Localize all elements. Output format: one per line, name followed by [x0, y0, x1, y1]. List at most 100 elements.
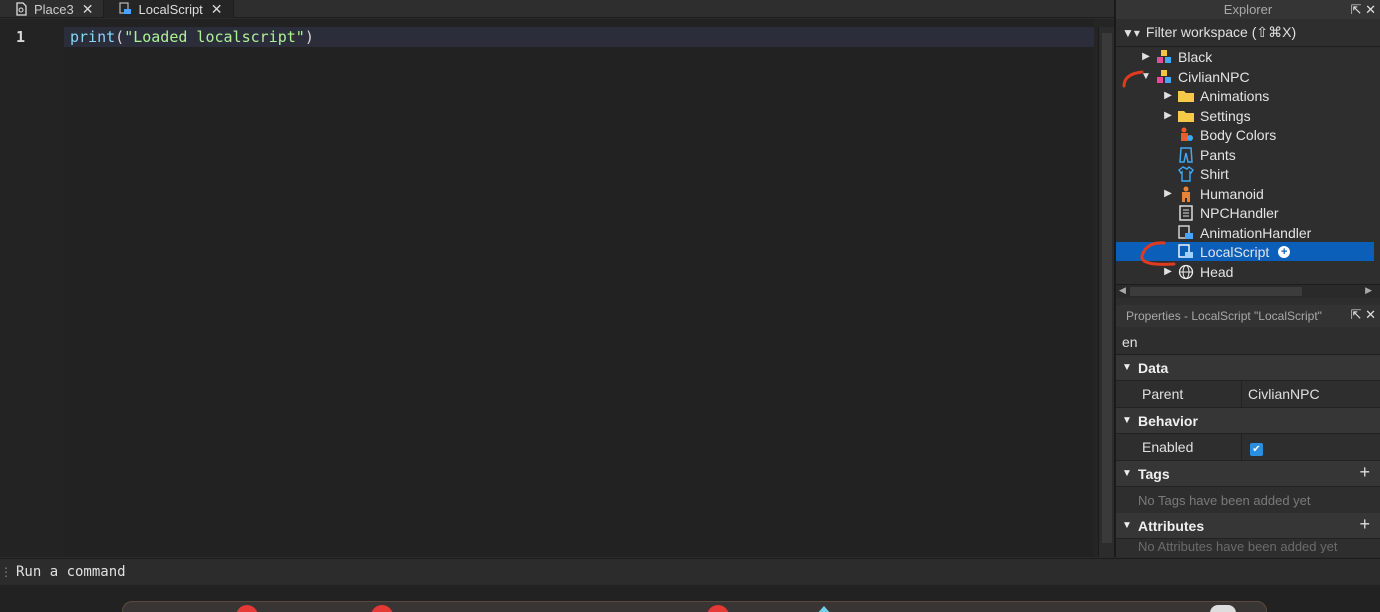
section-label: Behavior — [1138, 412, 1198, 429]
script-editor[interactable]: 1 print("Loaded localscript") — [0, 19, 1114, 557]
close-icon[interactable]: ✕ — [211, 1, 223, 18]
command-bar[interactable]: ⋮ Run a command — [0, 558, 1380, 584]
code-area[interactable]: print("Loaded localscript") — [64, 19, 1094, 557]
explorer-filter[interactable]: ▼▾ Filter workspace (⇧⌘X) — [1116, 19, 1380, 47]
section-label: Data — [1138, 359, 1169, 376]
expand-arrow-icon[interactable]: ▶ — [1162, 188, 1174, 199]
tree-item-body-colors[interactable]: Body Colors — [1116, 125, 1374, 144]
properties-filter-input[interactable]: en — [1116, 329, 1380, 355]
tree-item-label: Humanoid — [1200, 185, 1264, 202]
explorer-horizontal-scrollbar[interactable]: ◀ ▶ — [1116, 284, 1380, 298]
tree-item-label: Settings — [1200, 107, 1251, 124]
command-input[interactable]: Run a command — [16, 564, 126, 580]
scroll-right-icon[interactable]: ▶ — [1365, 285, 1372, 296]
properties-title-bar: Properties - LocalScript "LocalScript" ⇱… — [1116, 305, 1380, 327]
code-function: print — [70, 28, 116, 46]
script-icon — [1179, 204, 1193, 221]
tree-item-shirt[interactable]: Shirt — [1116, 164, 1374, 183]
filter-value: en — [1122, 333, 1138, 350]
line-gutter: 1 — [0, 19, 64, 557]
tree-item-label: CivlianNPC — [1178, 68, 1250, 85]
explorer-title-bar: Explorer ⇱ ✕ — [1116, 0, 1380, 19]
folder-icon — [1178, 90, 1194, 102]
code-paren-open: ( — [115, 28, 125, 46]
line-number: 1 — [16, 28, 26, 46]
tree-item-civliannpc[interactable]: ▼ CivlianNPC — [1116, 67, 1374, 86]
scroll-left-icon[interactable]: ◀ — [1119, 285, 1126, 296]
add-object-icon[interactable]: + — [1278, 245, 1291, 258]
red-annotation-mark — [1122, 70, 1144, 88]
app-icon[interactable] — [1210, 605, 1236, 612]
filter-icon[interactable]: ▼▾ — [1122, 26, 1140, 40]
add-tag-button[interactable]: + — [1359, 462, 1370, 483]
tree-item-label: AnimationHandler — [1200, 224, 1312, 241]
popout-icon[interactable]: ⇱ — [1351, 307, 1362, 322]
code-string: "Loaded localscript" — [124, 28, 305, 46]
enabled-checkbox[interactable]: ✔ — [1250, 442, 1263, 456]
popout-icon[interactable]: ⇱ — [1351, 2, 1362, 17]
property-enabled[interactable]: Enabled ✔ — [1116, 434, 1380, 461]
section-label: Tags — [1138, 465, 1170, 482]
tree-item-label: Animations — [1200, 87, 1270, 104]
studio-window: Place3 ✕ LocalScript ✕ 1 print("Loaded l… — [0, 0, 1380, 612]
section-tags[interactable]: ▼ Tags + — [1116, 461, 1380, 487]
code-line[interactable]: print("Loaded localscript") — [70, 28, 314, 46]
property-label: Parent — [1116, 381, 1242, 407]
property-parent[interactable]: Parent CivlianNPC — [1116, 381, 1380, 408]
red-annotation-mark — [1140, 241, 1176, 266]
pants-icon — [1179, 146, 1193, 163]
tab-localscript[interactable]: LocalScript ✕ — [104, 0, 234, 18]
os-taskbar — [0, 585, 1380, 612]
tree-item-label: Head — [1200, 263, 1234, 280]
shirt-icon — [1178, 165, 1194, 182]
tree-item-settings[interactable]: ▶ Settings — [1116, 106, 1374, 125]
tree-item-pants[interactable]: Pants — [1116, 145, 1374, 164]
tab-label: Place3 — [34, 1, 74, 17]
section-label: Attributes — [1138, 517, 1205, 534]
local-script-icon — [119, 2, 132, 14]
tree-item-label: Black — [1178, 48, 1213, 65]
collapse-arrow-icon[interactable]: ▼ — [1116, 468, 1138, 479]
section-attributes[interactable]: ▼ Attributes + — [1116, 513, 1380, 539]
property-value[interactable]: CivlianNPC — [1242, 386, 1320, 402]
code-paren-close: ) — [304, 28, 314, 46]
tree-item-npchandler[interactable]: NPCHandler — [1116, 203, 1374, 222]
document-icon — [16, 2, 27, 16]
tags-empty-note: No Tags have been added yet — [1138, 492, 1311, 508]
tab-place3[interactable]: Place3 ✕ — [0, 0, 105, 18]
attributes-empty-note: No Attributes have been added yet — [1138, 539, 1338, 553]
section-data[interactable]: ▼ Data — [1116, 355, 1380, 381]
tree-item-label: Body Colors — [1200, 126, 1277, 143]
editor-vertical-scrollbar[interactable] — [1098, 27, 1114, 557]
body-colors-icon — [1181, 127, 1193, 141]
folder-icon — [1178, 110, 1194, 122]
panel-buttons: ⇱ ✕ — [1351, 307, 1376, 323]
grip-icon[interactable]: ⋮ — [0, 565, 12, 579]
tab-bar: Place3 ✕ LocalScript ✕ — [0, 0, 1114, 18]
scrollbar-thumb[interactable] — [1130, 287, 1302, 296]
expand-arrow-icon[interactable]: ▶ — [1140, 51, 1152, 62]
section-behavior[interactable]: ▼ Behavior — [1116, 408, 1380, 434]
collapse-arrow-icon[interactable]: ▼ — [1116, 362, 1138, 373]
app-icon[interactable] — [815, 606, 833, 612]
tree-item-humanoid[interactable]: ▶ Humanoid — [1116, 184, 1374, 203]
scrollbar-thumb[interactable] — [1102, 33, 1112, 543]
collapse-arrow-icon[interactable]: ▼ — [1116, 415, 1138, 426]
collapse-arrow-icon[interactable]: ▼ — [1116, 520, 1138, 531]
close-icon[interactable]: ✕ — [1365, 2, 1376, 17]
panel-buttons: ⇱ ✕ — [1351, 2, 1376, 18]
tree-item-label: Pants — [1200, 146, 1236, 163]
tab-label: LocalScript — [138, 1, 203, 17]
model-icon — [1157, 69, 1171, 83]
tree-item-animations[interactable]: ▶ Animations — [1116, 86, 1374, 105]
close-icon[interactable]: ✕ — [82, 1, 94, 18]
properties-panel: Properties - LocalScript "LocalScript" ⇱… — [1116, 305, 1380, 557]
humanoid-icon — [1182, 186, 1190, 202]
add-attribute-button[interactable]: + — [1359, 514, 1370, 535]
expand-arrow-icon[interactable]: ▶ — [1162, 110, 1174, 121]
expand-arrow-icon[interactable]: ▶ — [1162, 90, 1174, 101]
tree-item-label: Shirt — [1200, 165, 1229, 182]
tree-item-black[interactable]: ▶ Black — [1116, 47, 1374, 66]
close-icon[interactable]: ✕ — [1365, 307, 1376, 322]
property-label: Enabled — [1116, 434, 1242, 460]
